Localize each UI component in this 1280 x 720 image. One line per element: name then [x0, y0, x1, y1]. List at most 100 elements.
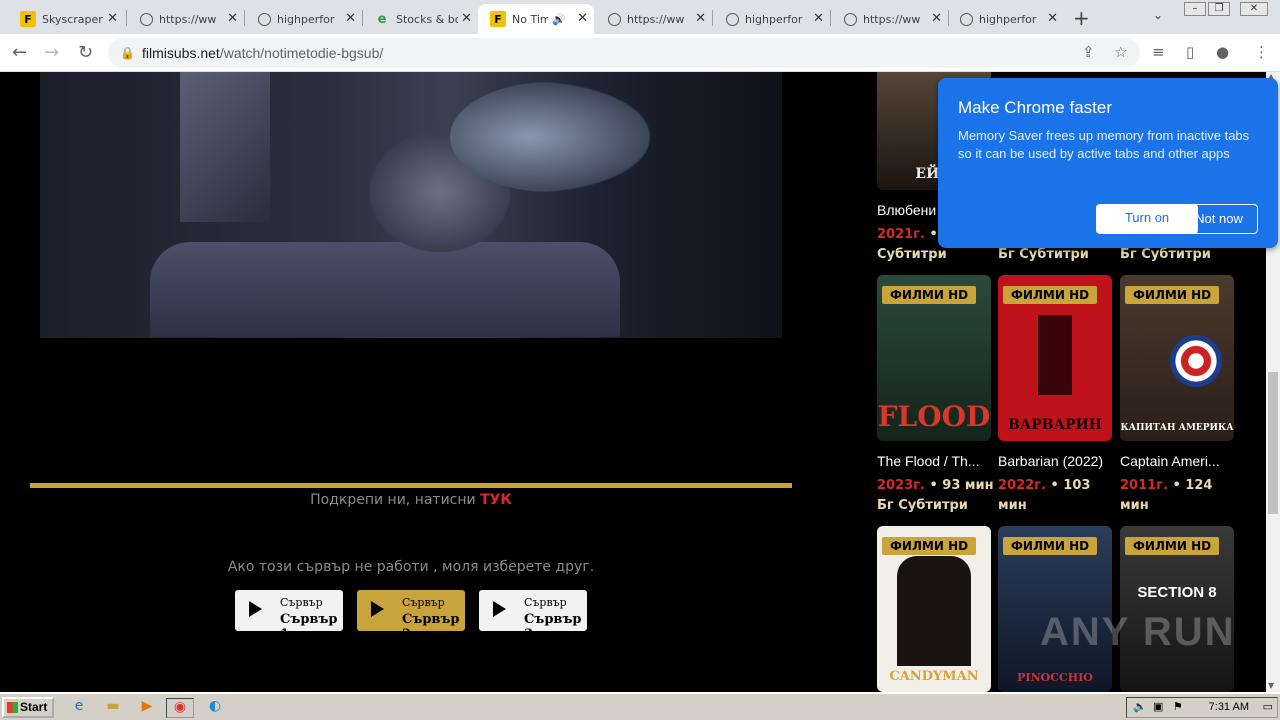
taskbar: Start e ▬ ▶ ◉ ◐ 🔈 ▣ ⚑ 7:31 AM ▭ — [0, 692, 1280, 720]
server-notice: Ако този сървър не работи , моля изберет… — [227, 559, 595, 575]
start-button[interactable]: Start — [2, 697, 54, 718]
browser-tab-strip: F Skyscraper ✕ https://ww ✕ highperfor ✕… — [0, 0, 1280, 34]
profile-avatar-icon[interactable]: ● — [1216, 43, 1229, 61]
movie-meta: 2022г. • 103 мин — [998, 478, 1091, 513]
anyrun-watermark: ANY RUN — [1040, 610, 1236, 654]
clock: 7:31 AM — [1208, 701, 1249, 713]
windows-flag-icon — [7, 702, 18, 713]
side-panel-icon[interactable]: ▯ — [1186, 43, 1194, 61]
browser-tab[interactable]: https://ww ✕ — [128, 4, 244, 34]
media-player-icon[interactable]: ▶ — [136, 698, 158, 718]
hd-badge: ФИЛМИ HD — [1125, 286, 1220, 304]
movie-poster[interactable]: ФИЛМИ HD PINOCCHIO — [998, 526, 1112, 692]
close-tab-icon[interactable]: ✕ — [931, 11, 942, 26]
close-window-icon[interactable]: ✕ — [1240, 2, 1268, 16]
bookmark-star-icon[interactable]: ☆ — [1114, 43, 1127, 61]
movie-title[interactable]: The Flood / Th... — [877, 453, 991, 469]
browser-tab[interactable]: e Stocks & bo ✕ — [362, 4, 478, 34]
tab-search-chevron-icon[interactable]: ⌄ — [1153, 8, 1163, 22]
movie-meta: Бг Субтитри — [998, 247, 1089, 262]
close-tab-icon[interactable]: ✕ — [227, 11, 238, 26]
browser-toolbar: ← → ↻ 🔒 filmisubs.net/watch/notimetodie-… — [0, 34, 1280, 72]
address-bar[interactable]: 🔒 filmisubs.net/watch/notimetodie-bgsub/ — [108, 38, 1140, 68]
memory-saver-popup: Make Chrome faster Memory Saver frees up… — [938, 78, 1278, 248]
filmi-favicon-icon: F — [490, 11, 506, 27]
scrollbar-thumb[interactable] — [1268, 372, 1278, 514]
close-tab-icon[interactable]: ✕ — [813, 11, 824, 26]
server-2-button[interactable]: Сървър Сървър 2 — [357, 590, 465, 642]
hd-badge: ФИЛМИ HD — [1125, 537, 1220, 555]
play-icon — [249, 601, 262, 617]
popup-title: Make Chrome faster — [958, 98, 1112, 117]
video-frame[interactable] — [40, 72, 782, 338]
movie-meta: Бг Субтитри — [1120, 247, 1211, 262]
globe-icon — [726, 12, 739, 26]
new-tab-icon[interactable]: + — [1073, 6, 1090, 30]
support-link[interactable]: ТУК — [480, 492, 512, 508]
edge-icon[interactable]: ◐ — [204, 698, 226, 718]
close-tab-icon[interactable]: ✕ — [461, 11, 472, 26]
globe-icon — [258, 12, 271, 26]
movie-title[interactable]: Captain Ameri... — [1120, 453, 1234, 469]
scroll-down-icon[interactable]: ▼ — [1268, 681, 1274, 690]
browser-tab[interactable]: highperfor ✕ — [948, 4, 1064, 34]
folder-icon[interactable]: ▬ — [102, 698, 124, 718]
ie-icon[interactable]: e — [68, 698, 90, 718]
close-tab-icon[interactable]: ✕ — [577, 11, 588, 26]
movie-poster[interactable]: ФИЛМИ HD КАПИТАН АМЕРИКА — [1120, 275, 1234, 441]
browser-tab[interactable]: https://ww ✕ — [596, 4, 712, 34]
network-icon[interactable]: ▣ — [1153, 698, 1163, 717]
browser-tab-active[interactable]: F No Tim 🔊 ✕ — [478, 4, 594, 34]
hd-badge: ФИЛМИ HD — [882, 286, 977, 304]
audio-playing-icon[interactable]: 🔊 — [552, 13, 566, 26]
back-icon[interactable]: ← — [12, 42, 27, 63]
popup-body: Memory Saver frees up memory from inacti… — [958, 128, 1250, 161]
play-icon — [371, 601, 384, 617]
url-path: /watch/notimetodie-bgsub/ — [219, 45, 384, 61]
url-host: filmisubs.net — [142, 45, 220, 61]
chrome-taskbar-icon[interactable]: ◉ — [166, 698, 194, 718]
close-tab-icon[interactable]: ✕ — [345, 11, 356, 26]
minimize-icon[interactable]: – — [1184, 2, 1206, 16]
server-3-button[interactable]: Сървър Сървър 3 — [479, 590, 587, 642]
restore-icon[interactable]: ❐ — [1208, 2, 1230, 16]
globe-icon — [960, 12, 973, 26]
close-tab-icon[interactable]: ✕ — [695, 11, 706, 26]
movie-poster[interactable]: ФИЛМИ HD SECTION 8 — [1120, 526, 1234, 692]
filmi-favicon-icon: F — [20, 11, 36, 27]
support-text: Подкрепи ни, натисни ТУК — [310, 492, 512, 508]
browser-tab[interactable]: F Skyscraper ✕ — [8, 4, 124, 34]
forward-icon[interactable]: → — [44, 42, 59, 63]
hd-badge: ФИЛМИ HD — [1003, 286, 1098, 304]
share-icon[interactable]: ⇪ — [1082, 43, 1095, 61]
movie-poster[interactable]: ФИЛМИ HD ВАРВАРИН — [998, 275, 1112, 441]
play-icon — [493, 601, 506, 617]
movie-poster[interactable]: ФИЛМИ HD FLOOD — [877, 275, 991, 441]
movie-poster[interactable]: ФИЛМИ HD CANDYMAN — [877, 526, 991, 692]
show-desktop-icon[interactable]: ▭ — [1263, 698, 1273, 717]
hd-badge: ФИЛМИ HD — [882, 537, 977, 555]
video-progress-bar[interactable] — [30, 483, 792, 488]
globe-icon — [844, 12, 857, 26]
browser-tab[interactable]: https://ww ✕ — [832, 4, 948, 34]
movie-meta: 2011г. • 124 мин — [1120, 478, 1213, 513]
movie-title[interactable]: Barbarian (2022) — [998, 453, 1112, 469]
hd-badge: ФИЛМИ HD — [1003, 537, 1098, 555]
chrome-menu-icon[interactable]: ⋮ — [1254, 43, 1269, 61]
lock-icon[interactable]: 🔒 — [120, 38, 135, 68]
browser-tab[interactable]: highperfor ✕ — [246, 4, 362, 34]
close-tab-icon[interactable]: ✕ — [1047, 11, 1058, 26]
server-1-button[interactable]: Сървър Сървър 1 — [235, 590, 343, 642]
shield-icon — [1170, 335, 1222, 387]
system-tray: 🔈 ▣ ⚑ 7:31 AM ▭ — [1126, 697, 1278, 718]
reload-icon[interactable]: ↻ — [78, 42, 93, 63]
media-control-icon[interactable]: ≡ — [1152, 43, 1165, 61]
video-player[interactable] — [30, 72, 792, 488]
not-now-button[interactable]: Not now — [1180, 204, 1258, 234]
flag-icon[interactable]: ⚑ — [1173, 698, 1183, 717]
volume-icon[interactable]: 🔈 — [1133, 698, 1147, 717]
close-tab-icon[interactable]: ✕ — [107, 11, 118, 26]
movie-meta: 2023г. • 93 мин Бг Субтитри — [877, 478, 994, 513]
browser-tab[interactable]: highperfor ✕ — [714, 4, 830, 34]
stocks-favicon-icon: e — [377, 11, 387, 27]
